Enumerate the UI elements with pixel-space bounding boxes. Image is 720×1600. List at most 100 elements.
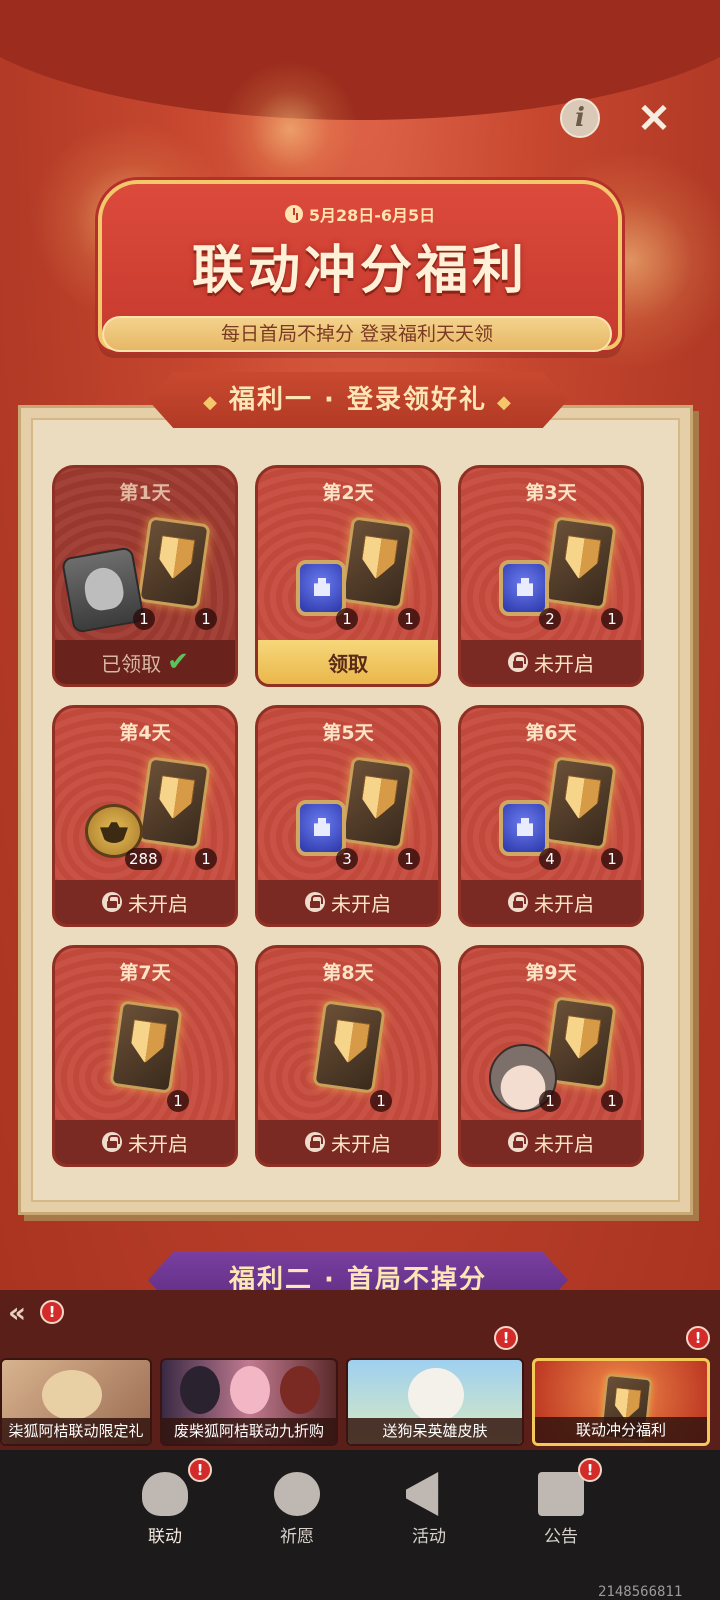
item-quantity: 1 [398, 608, 420, 630]
day-card: 第9天 1 1 未开启 [458, 945, 644, 1167]
promo-card-limited-gift[interactable]: 柒狐阿桔联动限定礼 [0, 1358, 152, 1446]
day-label: 第5天 [322, 722, 374, 744]
lock-icon [508, 1132, 528, 1152]
page-title: 联动冲分福利 [191, 240, 528, 301]
item-quantity: 3 [336, 848, 358, 870]
date-range-text: 5月28日-6月5日 [308, 206, 436, 225]
shield-card-icon [543, 756, 617, 850]
day-card: 第6天 4 1 未开启 [458, 705, 644, 927]
day-reward-grid: 第1天 1 1 已领取 ✔ 第2天 1 1 领取 第3天 2 1 未开启 第4天 [52, 465, 652, 1167]
locked-status: 未开启 [461, 640, 641, 684]
event-subtitle: 每日首局不掉分 登录福利天天领 [102, 316, 612, 352]
day-label: 第6天 [525, 722, 577, 744]
day-card: 第5天 3 1 未开启 [255, 705, 441, 927]
day-label: 第3天 [525, 482, 577, 504]
alert-badge: ! [188, 1458, 212, 1482]
collapse-promos-button[interactable]: « [8, 1298, 44, 1328]
item-quantity: 1 [195, 848, 217, 870]
promo-illustration [230, 1366, 270, 1414]
diamond-icon: ◆ [496, 392, 513, 413]
promo-illustration [42, 1370, 102, 1420]
day-label: 第1天 [119, 482, 171, 504]
shield-card-icon [312, 1000, 386, 1094]
promo-card-rank-rewards[interactable]: 联动冲分福利 [532, 1358, 710, 1446]
shield-card-icon [137, 516, 211, 610]
day-card: 第8天 1 未开启 [255, 945, 441, 1167]
claim-button[interactable]: 领取 [258, 640, 438, 684]
section-title-first-match: 福利二 · 首局不掉分 [148, 1252, 568, 1292]
nav-tab-events[interactable]: 活动 [384, 1466, 474, 1556]
item-quantity: 4 [539, 848, 561, 870]
item-quantity: 1 [195, 608, 217, 630]
firework-top [220, 60, 360, 200]
item-quantity: 1 [336, 608, 358, 630]
day-label: 第2天 [322, 482, 374, 504]
locked-status: 未开启 [55, 880, 235, 924]
nav-label: 祈愿 [280, 1527, 314, 1547]
lock-icon [102, 1132, 122, 1152]
day-label: 第4天 [119, 722, 171, 744]
top-arc [0, 0, 720, 120]
locked-status: 未开启 [461, 880, 641, 924]
promo-label: 柒狐阿桔联动限定礼 [2, 1418, 150, 1444]
status-text: 未开启 [534, 891, 594, 916]
alert-badge: ! [686, 1326, 710, 1350]
day-card: 第1天 1 1 已领取 ✔ [52, 465, 238, 687]
status-text: 未开启 [534, 651, 594, 676]
blue-token-icon [296, 800, 346, 856]
info-button[interactable]: i [560, 98, 600, 138]
info-icon: i [575, 103, 585, 133]
section-title-login: ◆ 福利一 · 登录领好礼 ◆ [148, 372, 568, 428]
locked-status: 未开启 [258, 880, 438, 924]
promo-card-hero-skin[interactable]: 送狗呆英雄皮肤 [346, 1358, 524, 1446]
day-card: 第4天 288 1 未开启 [52, 705, 238, 927]
status-text: 未开启 [331, 891, 391, 916]
nav-label: 公告 [544, 1527, 578, 1547]
item-quantity: 2 [539, 608, 561, 630]
lock-icon [305, 1132, 325, 1152]
bottom-nav [0, 1450, 720, 1600]
day-card: 第2天 1 1 领取 [255, 465, 441, 687]
promo-illustration [408, 1368, 464, 1422]
alert-badge: ! [494, 1326, 518, 1350]
promo-label: 废柴狐阿桔联动九折购 [162, 1418, 336, 1444]
close-button[interactable]: ✕ [634, 95, 674, 142]
day-label: 第8天 [322, 962, 374, 984]
item-quantity: 1 [370, 1090, 392, 1112]
promo-card-discount[interactable]: 废柴狐阿桔联动九折购 [160, 1358, 338, 1446]
item-quantity: 1 [539, 1090, 561, 1112]
alert-badge: ! [578, 1458, 602, 1482]
shield-card-icon [340, 516, 414, 610]
claim-button-label: 领取 [328, 651, 368, 676]
day-label: 第9天 [525, 962, 577, 984]
blue-token-icon [296, 560, 346, 616]
item-quantity: 1 [167, 1090, 189, 1112]
lock-icon [305, 892, 325, 912]
promo-illustration [280, 1366, 320, 1414]
nav-label: 联动 [148, 1527, 182, 1547]
shield-card-icon [109, 1000, 183, 1094]
lock-icon [102, 892, 122, 912]
lock-icon [508, 892, 528, 912]
locked-status: 未开启 [258, 1120, 438, 1164]
item-quantity: 1 [601, 608, 623, 630]
close-icon: ✕ [637, 94, 671, 142]
day-card: 第7天 1 未开启 [52, 945, 238, 1167]
nav-label: 活动 [412, 1527, 446, 1547]
item-quantity: 288 [125, 848, 162, 870]
nav-tab-wish[interactable]: 祈愿 [252, 1466, 342, 1556]
claimed-status: 已领取 ✔ [55, 640, 235, 684]
clock-icon [284, 205, 303, 223]
megaphone-icon [406, 1472, 439, 1516]
status-text: 未开启 [534, 1131, 594, 1156]
day-card: 第3天 2 1 未开启 [458, 465, 644, 687]
check-icon: ✔ [167, 647, 189, 677]
item-quantity: 1 [133, 608, 155, 630]
promo-label: 联动冲分福利 [535, 1417, 707, 1443]
promo-label: 送狗呆英雄皮肤 [348, 1418, 522, 1444]
promo-illustration [180, 1366, 220, 1414]
item-quantity: 1 [601, 848, 623, 870]
user-id: 2148566811 [598, 1584, 683, 1600]
diamond-icon: ◆ [203, 392, 219, 413]
blue-token-icon [499, 800, 549, 856]
